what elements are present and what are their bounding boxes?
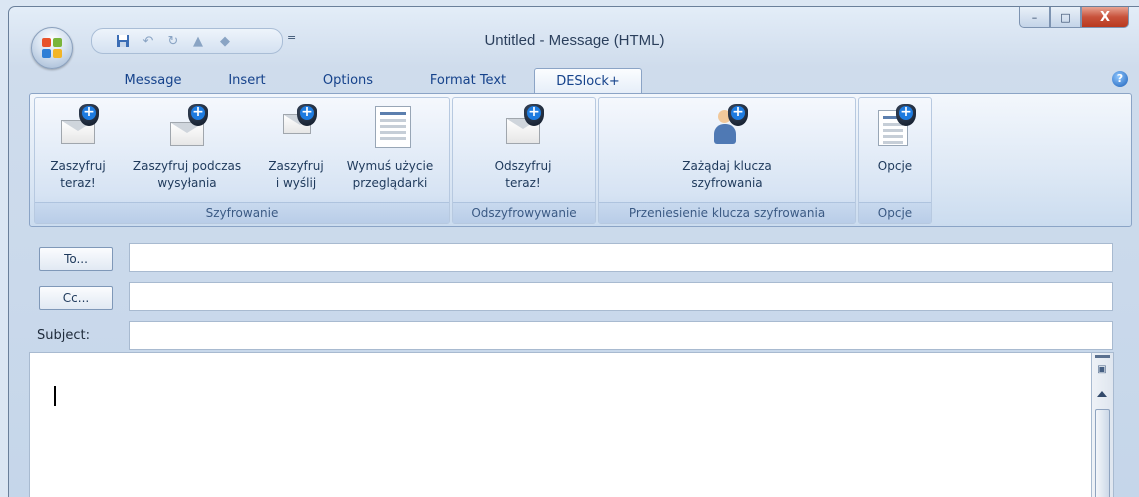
split-handle-icon[interactable] [1095, 355, 1110, 358]
subject-label: Subject: [37, 328, 90, 343]
encrypt-and-send-button[interactable]: Zaszyfruj i wyślij [259, 98, 333, 202]
caption-buttons: – □ X [1019, 7, 1129, 29]
window-title: Untitled - Message (HTML) [484, 32, 665, 49]
office-button[interactable] [31, 27, 73, 69]
request-key-icon [706, 104, 748, 148]
group-opcje: Opcje Opcje [858, 97, 932, 224]
office-logo-icon [42, 38, 62, 58]
ruler-toggle-icon[interactable]: ▣ [1095, 363, 1109, 377]
decrypt-now-button[interactable]: Odszyfruj teraz! [473, 98, 573, 202]
options-button[interactable]: Opcje [863, 98, 927, 202]
title-bar: ↶ ↻ ▲ ◆ = Untitled - Message (HTML) – □ … [9, 7, 1139, 69]
options-icon [874, 104, 916, 148]
request-key-button[interactable]: Zażądaj klucza szyfrowania [669, 98, 785, 202]
outlook-message-window: ↶ ↻ ▲ ◆ = Untitled - Message (HTML) – □ … [8, 6, 1139, 497]
group-label-szyfrowanie: Szyfrowanie [35, 202, 449, 223]
encrypt-and-send-icon [275, 104, 317, 148]
group-label-key-transfer: Przeniesienie klucza szyfrowania [599, 202, 855, 223]
text-caret [54, 386, 56, 406]
scroll-thumb[interactable] [1095, 409, 1110, 497]
encrypt-envelope-icon [57, 104, 99, 148]
maximize-icon[interactable]: □ [1050, 7, 1081, 28]
vertical-scrollbar[interactable]: ▣ [1091, 352, 1114, 497]
decrypt-envelope-icon [502, 104, 544, 148]
force-viewer-icon [369, 104, 411, 148]
tab-options[interactable]: Options [303, 68, 393, 93]
cc-button[interactable]: Cc... [39, 286, 113, 310]
tab-format-text[interactable]: Format Text [412, 68, 524, 93]
group-key-transfer: Zażądaj klucza szyfrowania Przeniesienie… [598, 97, 856, 224]
group-szyfrowanie: Zaszyfruj teraz! Zaszyfruj podczas wysył… [34, 97, 450, 224]
to-button[interactable]: To... [39, 247, 113, 271]
scroll-up-icon[interactable] [1097, 391, 1107, 397]
group-label-opcje: Opcje [859, 202, 931, 223]
group-odszyfrowywanie: Odszyfruj teraz! Odszyfrowywanie [452, 97, 596, 224]
to-field[interactable] [129, 243, 1113, 272]
message-body[interactable] [29, 352, 1113, 497]
encrypt-on-send-button[interactable]: Zaszyfruj podczas wysyłania [117, 98, 257, 202]
minimize-icon[interactable]: – [1019, 7, 1050, 28]
cc-field[interactable] [129, 282, 1113, 311]
subject-field[interactable] [129, 321, 1113, 350]
encrypt-now-button[interactable]: Zaszyfruj teraz! [41, 98, 115, 202]
group-label-odszyfrowywanie: Odszyfrowywanie [453, 202, 595, 223]
encrypt-on-send-icon [166, 104, 208, 148]
tab-insert[interactable]: Insert [212, 68, 282, 93]
force-viewer-button[interactable]: Wymuś użycie przeglądarki [335, 98, 445, 202]
help-icon[interactable]: ? [1112, 71, 1128, 87]
close-icon[interactable]: X [1081, 7, 1129, 28]
ribbon: Zaszyfruj teraz! Zaszyfruj podczas wysył… [29, 93, 1132, 227]
tab-deslock[interactable]: DESlock+ [534, 68, 642, 95]
tab-message[interactable]: Message [109, 68, 197, 93]
